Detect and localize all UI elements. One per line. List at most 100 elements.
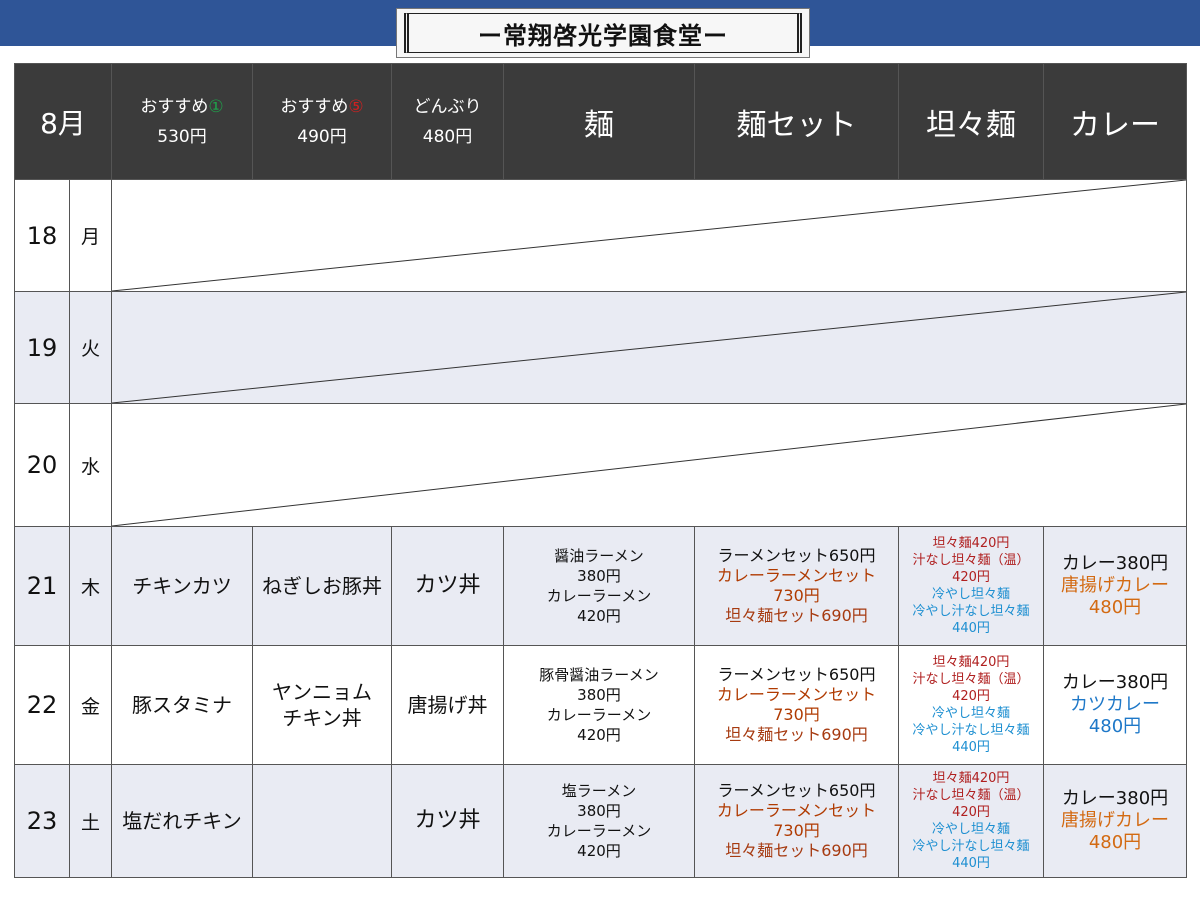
set-price: 730円 <box>773 705 820 724</box>
col-price: 490円 <box>297 126 347 147</box>
weekday: 火 <box>69 291 112 404</box>
day-number: 23 <box>14 764 70 878</box>
noodle-price: 380円 <box>577 567 621 585</box>
noodle-price: 380円 <box>577 686 621 704</box>
col-name: おすすめ <box>280 96 349 117</box>
dandan-item: 冷やし坦々麺 <box>931 822 1010 837</box>
dandan-price: 420円 <box>952 805 990 820</box>
noodle-cell: 塩ラーメン 380円 カレーラーメン 420円 <box>503 764 695 878</box>
recommend-1-dish: 塩だれチキン <box>111 764 253 878</box>
dish-line: チキン丼 <box>282 706 362 730</box>
dandan-price: 420円 <box>952 570 990 585</box>
set-item: ラーメンセット650円 <box>717 781 876 800</box>
closed-day-cell <box>111 179 1187 292</box>
curry-price: 480円 <box>1088 716 1142 737</box>
weekday: 月 <box>69 179 112 292</box>
weekday: 土 <box>69 764 112 878</box>
dandan-cell: 坦々麺420円 汁なし坦々麺（温） 420円 冷やし坦々麺 冷やし汁なし坦々麺 … <box>898 645 1044 765</box>
col-dandan: 坦々麺 <box>898 63 1044 180</box>
red-number-mark: ⑤ <box>348 96 364 117</box>
col-price: 480円 <box>422 126 473 147</box>
dandan-item: 汁なし坦々麺（温） <box>912 672 1030 687</box>
dandan-item: 冷やし汁なし坦々麺 <box>912 839 1030 854</box>
set-price: 730円 <box>773 821 820 840</box>
noodle-item: カレーラーメン <box>546 706 652 724</box>
day-number: 21 <box>14 526 70 646</box>
table-row-menu: 22 金 豚スタミナ ヤンニョム チキン丼 唐揚げ丼 豚骨醤油ラーメン 380円… <box>14 645 1187 765</box>
diagonal-slash-line <box>112 180 1186 291</box>
green-number-mark: ① <box>208 96 224 117</box>
col-noodle: 麺 <box>503 63 695 180</box>
dandan-item: 汁なし坦々麺（温） <box>912 553 1030 568</box>
noodle-cell: 豚骨醤油ラーメン 380円 カレーラーメン 420円 <box>503 645 695 765</box>
noodle-item: 豚骨醤油ラーメン <box>539 666 659 684</box>
table-row-closed: 19 火 <box>14 291 1187 404</box>
noodle-item: カレーラーメン <box>546 587 652 605</box>
noodle-set-cell: ラーメンセット650円 カレーラーメンセット 730円 坦々麺セット690円 <box>694 764 899 878</box>
diagonal-slash-line <box>112 404 1186 526</box>
curry-price: 480円 <box>1088 597 1142 618</box>
col-recommend-1: おすすめ① 530円 <box>111 63 253 180</box>
day-number: 20 <box>14 403 70 527</box>
recommend-5-dish: ヤンニョム チキン丼 <box>252 645 392 765</box>
header-row: 8月 おすすめ① 530円 おすすめ⑤ 490円 どんぶり 480円 麺 麺セッ… <box>14 63 1187 180</box>
dandan-item: 坦々麺420円 <box>932 655 1010 670</box>
noodle-item: 塩ラーメン <box>561 782 637 800</box>
dish-line: ヤンニョム <box>272 680 372 704</box>
curry-item: 唐揚げカレー <box>1061 810 1169 831</box>
curry-cell: カレー380円 唐揚げカレー 480円 <box>1043 764 1187 878</box>
set-item: ラーメンセット650円 <box>717 546 876 565</box>
noodle-set-cell: ラーメンセット650円 カレーラーメンセット 730円 坦々麺セット690円 <box>694 526 899 646</box>
dandan-item: 汁なし坦々麺（温） <box>912 788 1030 803</box>
title-frame: ー常翔啓光学園食堂ー <box>396 8 810 58</box>
closed-day-cell <box>111 403 1187 527</box>
weekday: 金 <box>69 645 112 765</box>
noodle-cell: 醤油ラーメン 380円 カレーラーメン 420円 <box>503 526 695 646</box>
curry-item: 唐揚げカレー <box>1061 575 1169 596</box>
dandan-price: 440円 <box>952 621 990 636</box>
dandan-item: 冷やし坦々麺 <box>931 706 1010 721</box>
month-header: 8月 <box>14 63 112 180</box>
weekly-menu-table: 8月 おすすめ① 530円 おすすめ⑤ 490円 どんぶり 480円 麺 麺セッ… <box>14 63 1187 878</box>
col-curry: カレー <box>1043 63 1187 180</box>
dandan-item: 冷やし汁なし坦々麺 <box>912 604 1030 619</box>
dandan-item: 坦々麺420円 <box>932 771 1010 786</box>
table-row-menu: 21 木 チキンカツ ねぎしお豚丼 カツ丼 醤油ラーメン 380円 カレーラーメ… <box>14 526 1187 646</box>
dandan-cell: 坦々麺420円 汁なし坦々麺（温） 420円 冷やし坦々麺 冷やし汁なし坦々麺 … <box>898 764 1044 878</box>
donburi-dish: カツ丼 <box>391 526 504 646</box>
noodle-price: 380円 <box>577 802 621 820</box>
col-name: おすすめ <box>140 96 209 117</box>
noodle-price: 420円 <box>577 842 621 860</box>
curry-item: カレー380円 <box>1061 553 1169 574</box>
curry-cell: カレー380円 カツカレー 480円 <box>1043 645 1187 765</box>
set-item: 坦々麺セット690円 <box>725 606 868 625</box>
recommend-1-dish: 豚スタミナ <box>111 645 253 765</box>
noodle-set-cell: ラーメンセット650円 カレーラーメンセット 730円 坦々麺セット690円 <box>694 645 899 765</box>
recommend-1-dish: チキンカツ <box>111 526 253 646</box>
set-item: カレーラーメンセット <box>716 801 877 820</box>
curry-price: 480円 <box>1088 832 1142 853</box>
col-recommend-5: おすすめ⑤ 490円 <box>252 63 392 180</box>
col-name: どんぶり <box>413 96 482 117</box>
recommend-5-dish <box>252 764 392 878</box>
set-item: ラーメンセット650円 <box>717 665 876 684</box>
noodle-item: カレーラーメン <box>546 822 652 840</box>
table-row-closed: 18 月 <box>14 179 1187 292</box>
noodle-price: 420円 <box>577 726 621 744</box>
dandan-price: 420円 <box>952 689 990 704</box>
table-row-closed: 20 水 <box>14 403 1187 527</box>
day-number: 18 <box>14 179 70 292</box>
day-number: 19 <box>14 291 70 404</box>
dandan-item: 坦々麺420円 <box>932 536 1010 551</box>
diagonal-slash-line <box>112 292 1186 403</box>
col-donburi: どんぶり 480円 <box>391 63 504 180</box>
closed-day-cell <box>111 291 1187 404</box>
donburi-dish: カツ丼 <box>391 764 504 878</box>
curry-cell: カレー380円 唐揚げカレー 480円 <box>1043 526 1187 646</box>
dandan-item: 冷やし坦々麺 <box>931 587 1010 602</box>
set-item: カレーラーメンセット <box>716 566 877 585</box>
weekday: 木 <box>69 526 112 646</box>
day-number: 22 <box>14 645 70 765</box>
col-noodle-set: 麺セット <box>694 63 899 180</box>
dandan-price: 440円 <box>952 740 990 755</box>
